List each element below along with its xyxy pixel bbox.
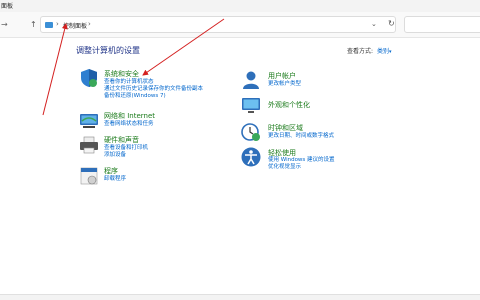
annotation-arrows: [42, 18, 225, 116]
status-bar: [0, 294, 480, 300]
arrow-to-address-bar: [42, 23, 68, 116]
arrow-to-system-security: [142, 18, 225, 76]
